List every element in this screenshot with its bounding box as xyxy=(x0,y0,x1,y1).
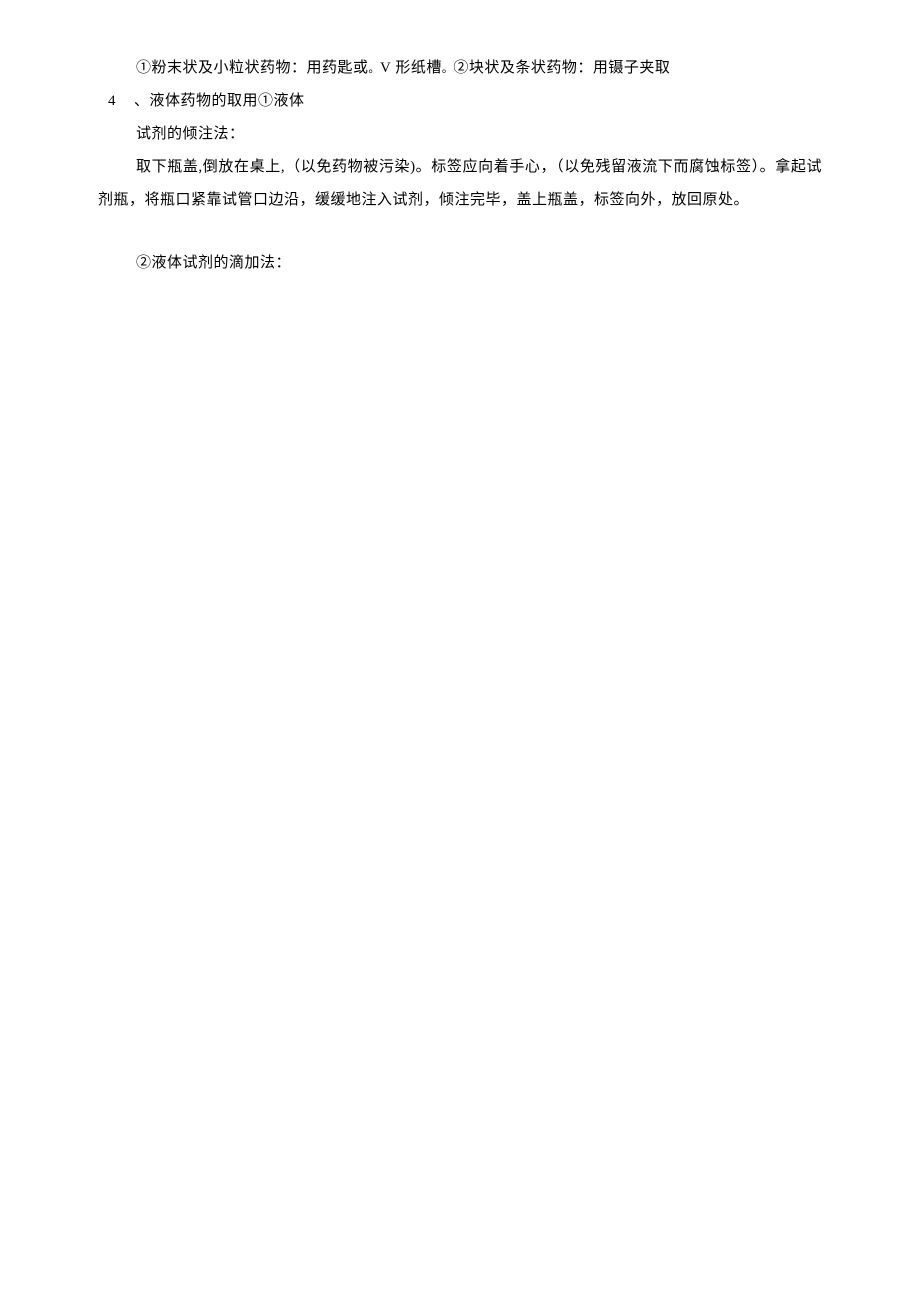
line-3: 试剂的倾注法： xyxy=(98,118,822,151)
line-5-text: ②液体试剂的滴加法： xyxy=(136,255,291,271)
line-2: 4、液体药物的取用①液体 xyxy=(98,85,822,118)
line-2-text: 、液体药物的取用①液体 xyxy=(134,93,305,109)
line-4-text: 取下瓶盖,倒放在桌上,（以免药物被污染)。标签应向着手心，（以免残留液流下而腐蚀… xyxy=(98,159,822,208)
line-3-text: 试剂的倾注法： xyxy=(136,126,245,142)
line-1-suffix: ②块状及条状药物：用镊子夹取 xyxy=(453,60,670,76)
line-5: ②液体试剂的滴加法： xyxy=(98,247,822,280)
line-1-prefix: ①粉末状及小粒状药物：用药匙或 xyxy=(136,60,369,76)
line-1-sub1: 。 xyxy=(369,63,381,75)
paragraph-gap xyxy=(98,217,822,247)
line-1-mid: V 形纸槽 xyxy=(380,60,442,76)
line-1-sub2: 。 xyxy=(442,63,454,75)
list-number-4: 4 xyxy=(108,85,134,118)
line-4: 取下瓶盖,倒放在桌上,（以免药物被污染)。标签应向着手心，（以免残留液流下而腐蚀… xyxy=(98,151,822,217)
line-1: ①粉末状及小粒状药物：用药匙或。V 形纸槽。②块状及条状药物：用镊子夹取 xyxy=(98,52,822,85)
